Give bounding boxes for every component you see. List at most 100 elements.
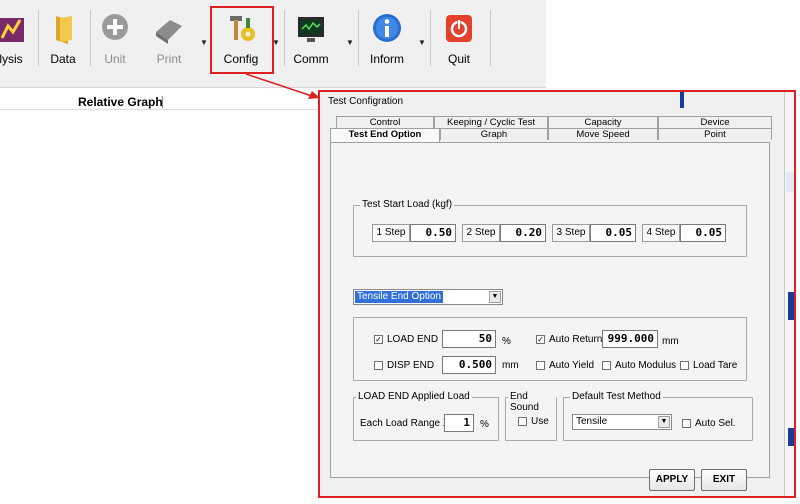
step-4-button[interactable]: 4 Step — [642, 224, 680, 242]
tab-move-speed[interactable]: Move Speed — [548, 128, 658, 140]
step-3-value[interactable]: 0.05 — [590, 224, 636, 242]
toolbar-separator — [490, 10, 491, 66]
graph-title: Relative Graph — [78, 95, 163, 109]
load-end-unit: % — [502, 336, 511, 347]
tab-test-end-option[interactable]: Test End Option — [330, 128, 440, 142]
toolbar-separator — [358, 10, 359, 66]
each-load-range-value[interactable]: 1 — [444, 414, 474, 432]
auto-sel-check-icon — [682, 419, 691, 428]
dialog-content: Control Keeping / Cyclic Test Capacity D… — [328, 112, 776, 491]
auto-yield-check-icon — [536, 361, 545, 370]
tab-graph[interactable]: Graph — [440, 128, 548, 140]
load-tare-label: Load Tare — [693, 360, 738, 371]
exit-button[interactable]: EXIT — [701, 469, 747, 491]
toolbar-separator — [430, 10, 431, 66]
background-panel-tab — [786, 172, 794, 192]
inform-button[interactable]: Inform — [362, 12, 412, 72]
test-start-load-label: Test Start Load (kgf) — [360, 199, 455, 210]
background-graph-strip — [680, 92, 684, 108]
disp-end-unit: mm — [502, 360, 519, 371]
end-options-group: ✓ LOAD END 50 % ✓ Auto Return 999.000 mm… — [353, 317, 747, 381]
splitter-grip[interactable] — [162, 96, 163, 108]
graph-header: Relative Graph — [0, 94, 318, 110]
analysis-icon — [0, 12, 28, 46]
auto-yield-checkbox[interactable]: Auto Yield — [536, 360, 594, 371]
tab-panel: Test Start Load (kgf) 1 Step 0.50 2 Step… — [330, 142, 770, 491]
each-load-range-unit: % — [480, 419, 489, 430]
step-2-value[interactable]: 0.20 — [500, 224, 546, 242]
folder-icon — [46, 12, 80, 46]
auto-sel-checkbox[interactable]: Auto Sel. — [682, 418, 736, 429]
default-method-select[interactable]: Tensile ▼ — [572, 414, 672, 430]
unit-button[interactable]: Unit — [90, 12, 140, 72]
data-button[interactable]: Data — [38, 12, 88, 72]
auto-return-value[interactable]: 999.000 — [602, 330, 658, 348]
load-end-value[interactable]: 50 — [442, 330, 496, 348]
dialog-title: Test Configration — [328, 96, 404, 107]
unit-label: Unit — [104, 52, 126, 66]
load-end-check-icon: ✓ — [374, 335, 383, 344]
auto-return-checkbox[interactable]: ✓ Auto Return — [536, 334, 602, 345]
print-dropdown-icon[interactable]: ▼ — [200, 38, 208, 47]
test-start-load-group: Test Start Load (kgf) 1 Step 0.50 2 Step… — [353, 199, 747, 257]
step-3-button[interactable]: 3 Step — [552, 224, 590, 242]
load-end-label: LOAD END — [387, 334, 439, 345]
end-option-select[interactable]: Tensile End Option ▼ — [353, 289, 503, 305]
tab-keeping-cyclic-test[interactable]: Keeping / Cyclic Test — [434, 116, 548, 128]
quit-label: Quit — [447, 52, 470, 66]
apply-button[interactable]: APPLY — [649, 469, 695, 491]
disp-end-label: DISP END — [387, 360, 435, 371]
test-configuration-dialog: Test Configration Control Keeping / Cycl… — [320, 92, 794, 496]
comm-label: Comm — [293, 52, 329, 66]
end-sound-use-label: Use — [531, 416, 549, 427]
tab-device[interactable]: Device — [658, 116, 772, 128]
step-2-button[interactable]: 2 Step — [462, 224, 500, 242]
end-sound-check-icon — [518, 417, 527, 426]
step-1-button[interactable]: 1 Step — [372, 224, 410, 242]
applied-load-group: LOAD END Applied Load Each Load Range X … — [353, 391, 499, 441]
main-toolbar: lysis Data Unit Print ▼ Config ▼ Comm ▼ … — [0, 0, 546, 88]
load-end-checkbox[interactable]: ✓ LOAD END — [374, 334, 438, 345]
comm-button[interactable]: Comm — [286, 12, 336, 72]
print-button[interactable]: Print — [144, 12, 194, 72]
default-method-group: Default Test Method Tensile ▼ Auto Sel. — [563, 391, 753, 441]
background-graph-strip — [788, 292, 794, 320]
step-4-value[interactable]: 0.05 — [680, 224, 726, 242]
auto-modulus-check-icon — [602, 361, 611, 370]
auto-return-label: Auto Return — [549, 334, 603, 345]
chevron-down-icon[interactable]: ▼ — [489, 291, 501, 303]
end-sound-use-checkbox[interactable]: Use — [518, 416, 549, 427]
data-label: Data — [50, 52, 76, 66]
auto-return-check-icon: ✓ — [536, 335, 545, 344]
each-load-range-label: Each Load Range X — [360, 418, 450, 429]
step-1-value[interactable]: 0.50 — [410, 224, 456, 242]
load-tare-checkbox[interactable]: Load Tare — [680, 360, 737, 371]
tab-point[interactable]: Point — [658, 128, 772, 140]
auto-yield-label: Auto Yield — [549, 360, 595, 371]
tab-capacity[interactable]: Capacity — [548, 116, 658, 128]
auto-modulus-checkbox[interactable]: Auto Modulus — [602, 360, 676, 371]
toolbar-separator — [284, 10, 285, 66]
end-sound-group: End Sound Use — [505, 391, 557, 441]
disp-end-checkbox[interactable]: DISP END — [374, 360, 434, 371]
analysis-button[interactable]: lysis — [0, 12, 36, 72]
disp-end-check-icon — [374, 361, 383, 370]
tab-control[interactable]: Control — [336, 116, 434, 128]
inform-dropdown-icon[interactable]: ▼ — [418, 38, 426, 47]
comm-dropdown-icon[interactable]: ▼ — [346, 38, 354, 47]
end-option-selected: Tensile End Option — [355, 291, 443, 303]
info-icon — [370, 12, 404, 46]
power-icon — [442, 12, 476, 46]
quit-button[interactable]: Quit — [434, 12, 484, 72]
load-tare-check-icon — [680, 361, 689, 370]
print-label: Print — [156, 52, 182, 66]
chevron-down-icon[interactable]: ▼ — [658, 416, 670, 428]
applied-load-label: LOAD END Applied Load — [356, 391, 472, 402]
printer-icon — [152, 12, 186, 46]
auto-sel-label: Auto Sel. — [695, 418, 736, 429]
disp-end-value[interactable]: 0.500 — [442, 356, 496, 374]
end-sound-label: End Sound — [508, 391, 556, 413]
config-highlight-box — [210, 6, 274, 74]
analysis-label: lysis — [0, 52, 23, 66]
background-graph-strip — [788, 428, 794, 446]
